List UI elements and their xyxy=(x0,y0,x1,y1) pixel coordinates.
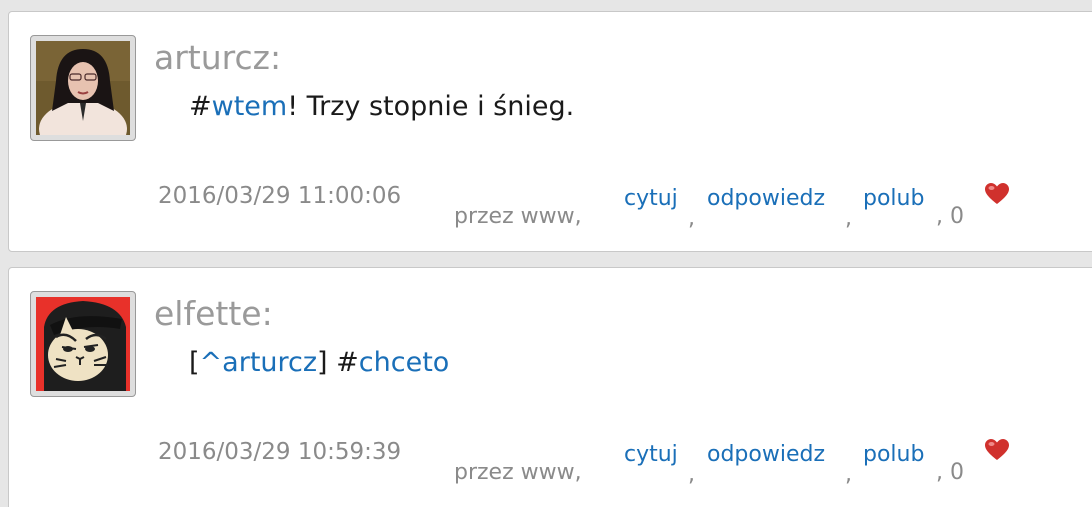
quote-link[interactable]: cytuj xyxy=(624,186,678,211)
post-source: przez www, xyxy=(454,204,582,229)
mention-link[interactable]: ^arturcz xyxy=(200,347,318,378)
open-bracket: [ xyxy=(189,347,200,378)
separator: , xyxy=(688,206,695,231)
like-count: , 0 xyxy=(936,460,964,485)
separator: , xyxy=(845,462,852,487)
post-message: #wtem! Trzy stopnie i śnieg. xyxy=(189,87,574,127)
post-author[interactable]: elfette: xyxy=(154,294,273,334)
post: elfette: [^arturcz] #chceto 2016/03/29 1… xyxy=(8,267,1092,507)
post-author[interactable]: arturcz: xyxy=(154,38,281,78)
like-link[interactable]: polub xyxy=(863,186,924,211)
separator: , xyxy=(845,206,852,231)
post-feed: arturcz: #wtem! Trzy stopnie i śnieg. 20… xyxy=(0,0,1092,507)
author-colon: : xyxy=(269,38,282,77)
hashtag-link[interactable]: wtem xyxy=(212,91,288,122)
quote-link[interactable]: cytuj xyxy=(624,442,678,467)
cat-portrait-avatar-icon xyxy=(36,297,130,391)
reply-link[interactable]: odpowiedz xyxy=(707,186,825,211)
author-name[interactable]: arturcz xyxy=(154,38,270,77)
post-timestamp: 2016/03/29 11:00:06 xyxy=(158,183,402,209)
reply-link[interactable]: odpowiedz xyxy=(707,442,825,467)
post-message: [^arturcz] #chceto xyxy=(189,343,449,383)
post-timestamp: 2016/03/29 10:59:39 xyxy=(158,439,402,465)
message-text: ! Trzy stopnie i śnieg. xyxy=(287,91,575,122)
post-source: przez www, xyxy=(454,460,582,485)
heart-icon[interactable] xyxy=(984,438,1010,462)
avatar[interactable] xyxy=(30,291,136,397)
hashtag-link[interactable]: chceto xyxy=(359,347,450,378)
woman-portrait-avatar-icon xyxy=(36,41,130,135)
author-name[interactable]: elfette xyxy=(154,294,262,333)
author-colon: : xyxy=(261,294,273,333)
hash-prefix: # xyxy=(189,91,212,122)
like-link[interactable]: polub xyxy=(863,442,924,467)
heart-icon[interactable] xyxy=(984,182,1010,206)
close-bracket-hash: ] # xyxy=(317,347,359,378)
avatar[interactable] xyxy=(30,35,136,141)
separator: , xyxy=(688,462,695,487)
like-count: , 0 xyxy=(936,204,964,229)
post: arturcz: #wtem! Trzy stopnie i śnieg. 20… xyxy=(8,11,1092,252)
